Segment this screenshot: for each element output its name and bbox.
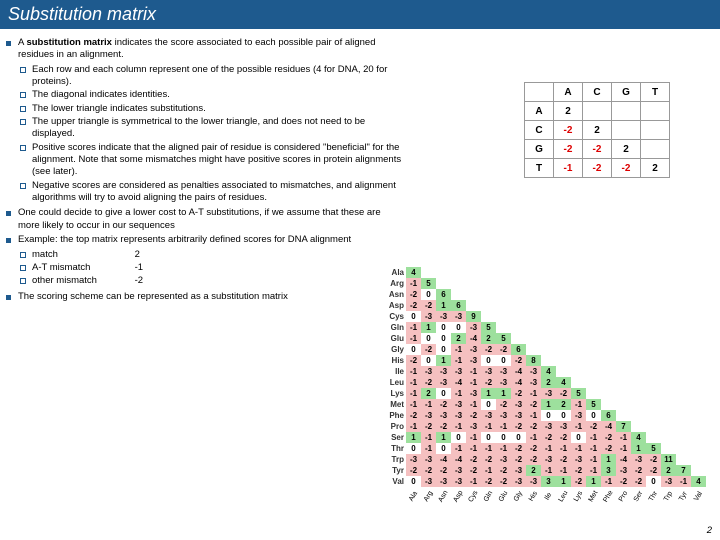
bullet-intro: A substitution matrix indicates the scor… [4, 37, 404, 204]
example-row: A-T mismatch -1 [18, 262, 404, 274]
example-row: match 2 [18, 249, 404, 261]
sub-bullet: Negative scores are considered as penalt… [18, 180, 404, 205]
protein-matrix: Ala4Arg-15Asn-206Asp-2-216Cys0-3-3-39Gln… [384, 267, 714, 500]
page-number: 2 [707, 525, 712, 536]
text-column: A substitution matrix indicates the scor… [4, 37, 404, 305]
example-row: other mismatch -2 [18, 275, 404, 287]
bullet-scheme: The scoring scheme can be represented as… [4, 291, 404, 303]
bullet-lowcost: One could decide to give a lower cost to… [4, 207, 404, 232]
sub-bullet: The diagonal indicates identities. [18, 89, 404, 101]
dna-matrix: ACGTA2C-22G-2-22T-1-2-22 [524, 82, 670, 178]
page-title: Substitution matrix [0, 0, 720, 29]
sub-bullet: The lower triangle indicates substitutio… [18, 103, 404, 115]
bullet-example: Example: the top matrix represents arbit… [4, 234, 404, 287]
sub-bullet: The upper triangle is symmetrical to the… [18, 116, 404, 141]
sub-bullet: Positive scores indicate that the aligne… [18, 142, 404, 179]
sub-bullet: Each row and each column represent one o… [18, 64, 404, 89]
